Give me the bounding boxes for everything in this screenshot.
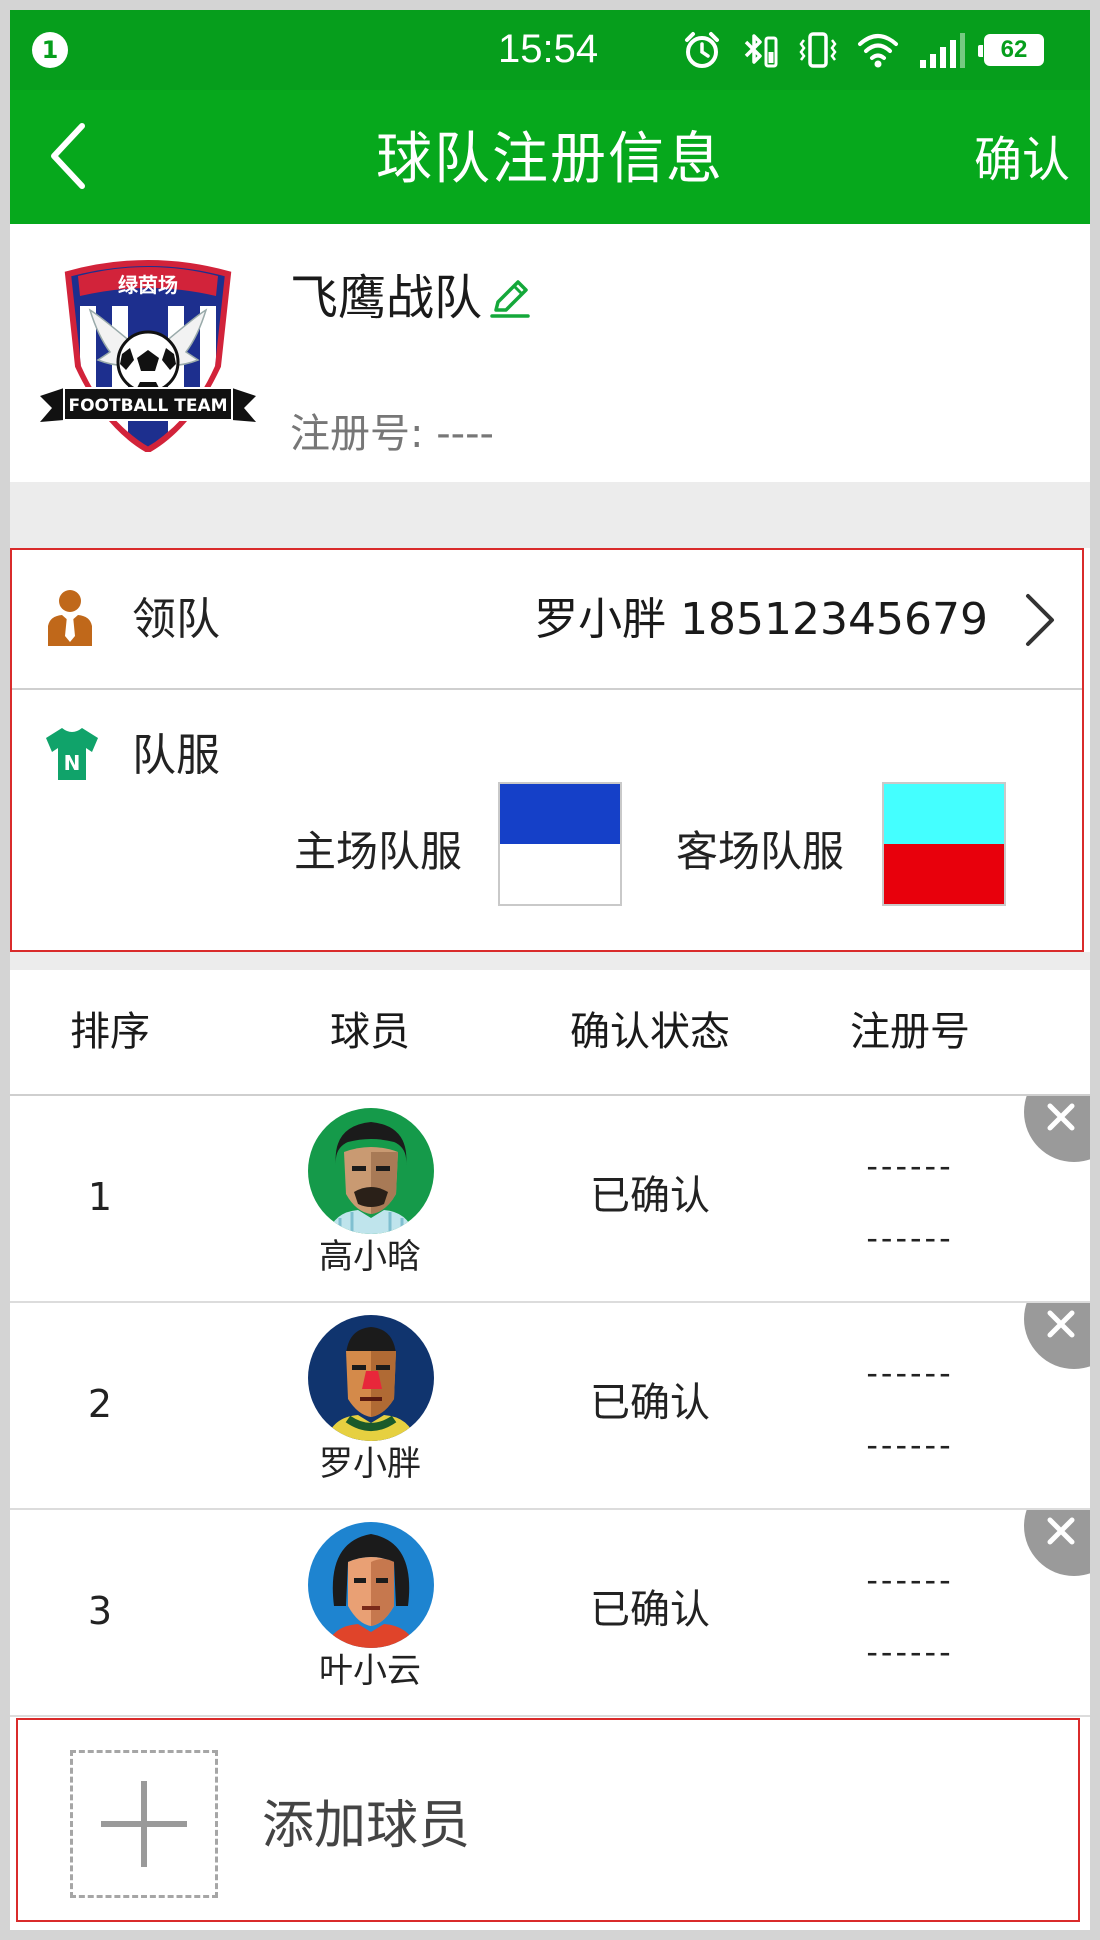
leader-uniform-panel: 领队 罗小胖 18512345679 N 队服 主场队服 客场队服 bbox=[10, 548, 1084, 952]
pencil-edit-icon[interactable] bbox=[488, 276, 532, 320]
player-name: 叶小云 bbox=[319, 1651, 421, 1691]
logo-ribbon-text: FOOTBALL TEAM bbox=[68, 396, 227, 416]
svg-text:N: N bbox=[64, 751, 81, 775]
row-reg-number: ------ ------ bbox=[830, 1146, 990, 1290]
table-row[interactable]: 1 高小晗 已确认 ------ ------ bbox=[10, 1096, 1090, 1303]
column-header-status: 确认状态 bbox=[570, 1009, 730, 1055]
notification-badge: 1 bbox=[32, 32, 68, 68]
vibrate-icon bbox=[799, 32, 837, 68]
app-screen: 1 15:54 62 球队注册信息 确认 绿茵场 FOOTBALL TEAM 飞… bbox=[10, 10, 1090, 1930]
close-icon bbox=[1047, 1517, 1075, 1545]
away-uniform-top-color bbox=[884, 784, 1004, 844]
column-header-player: 球员 bbox=[330, 1009, 410, 1055]
roster-table-header: 排序 球员 确认状态 注册号 bbox=[10, 970, 1090, 1096]
team-registration: 注册号: ---- bbox=[290, 410, 494, 458]
team-reg-label: 注册号: bbox=[290, 411, 424, 457]
home-uniform-label: 主场队服 bbox=[294, 827, 463, 876]
add-player-button[interactable]: 添加球员 bbox=[16, 1718, 1080, 1922]
away-uniform-label: 客场队服 bbox=[676, 827, 845, 876]
leader-person-icon bbox=[48, 590, 92, 646]
table-row[interactable]: 2 罗小胖 已确认 ------ ------ bbox=[10, 1303, 1090, 1510]
row-reg-line: ------ bbox=[866, 1561, 954, 1599]
away-uniform-swatch[interactable] bbox=[882, 782, 1006, 906]
row-confirm-status: 已确认 bbox=[590, 1587, 710, 1633]
signal-icon bbox=[920, 33, 965, 68]
team-logo[interactable]: 绿茵场 FOOTBALL TEAM bbox=[40, 256, 256, 452]
row-rank: 1 bbox=[87, 1175, 113, 1219]
delete-player-button[interactable] bbox=[1024, 1096, 1090, 1162]
status-bar: 1 15:54 62 bbox=[10, 10, 1090, 90]
page-title: 球队注册信息 bbox=[376, 127, 724, 192]
logo-banner-text: 绿茵场 bbox=[118, 273, 178, 297]
bluetooth-icon bbox=[744, 34, 778, 68]
column-header-reg-number: 注册号 bbox=[850, 1009, 970, 1055]
row-reg-line: ------ bbox=[866, 1354, 954, 1392]
chevron-right-icon bbox=[1026, 594, 1054, 646]
nav-bar: 球队注册信息 确认 bbox=[10, 90, 1090, 224]
add-player-label: 添加球员 bbox=[262, 1796, 471, 1856]
row-reg-number: ------ ------ bbox=[830, 1560, 990, 1704]
row-reg-number: ------ ------ bbox=[830, 1353, 990, 1497]
section-divider bbox=[10, 952, 1090, 970]
player-name: 罗小胖 bbox=[319, 1444, 421, 1484]
row-confirm-status: 已确认 bbox=[590, 1380, 710, 1426]
column-header-rank: 排序 bbox=[70, 1009, 150, 1055]
team-name-row: 飞鹰战队 bbox=[290, 270, 532, 326]
away-uniform-bottom-color bbox=[884, 844, 1004, 904]
delete-player-button[interactable] bbox=[1024, 1303, 1090, 1369]
leader-value: 罗小胖 18512345679 bbox=[534, 594, 988, 645]
status-icons: 62 bbox=[682, 28, 1044, 72]
section-divider bbox=[10, 482, 1090, 548]
row-reg-line: ------ bbox=[866, 1633, 954, 1671]
player-avatar[interactable] bbox=[308, 1108, 434, 1234]
team-name: 飞鹰战队 bbox=[290, 270, 483, 326]
player-avatar[interactable] bbox=[308, 1315, 434, 1441]
leader-label: 领队 bbox=[132, 594, 220, 645]
row-reg-line: ------ bbox=[866, 1147, 954, 1185]
plus-icon bbox=[101, 1781, 187, 1867]
wifi-icon bbox=[858, 34, 898, 68]
home-uniform-top-color bbox=[500, 784, 620, 844]
player-name: 高小晗 bbox=[319, 1237, 421, 1277]
team-reg-value: ---- bbox=[436, 411, 494, 457]
row-rank: 3 bbox=[87, 1589, 113, 1633]
close-icon bbox=[1047, 1103, 1075, 1131]
home-uniform-bottom-color bbox=[500, 844, 620, 904]
home-uniform-swatch[interactable] bbox=[498, 782, 622, 906]
battery-icon: 62 bbox=[978, 34, 1044, 66]
row-confirm-status: 已确认 bbox=[590, 1173, 710, 1219]
status-time: 15:54 bbox=[498, 27, 599, 71]
row-reg-line: ------ bbox=[866, 1426, 954, 1464]
uniform-label: 队服 bbox=[132, 730, 220, 781]
row-reg-line: ------ bbox=[866, 1219, 954, 1257]
player-avatar[interactable] bbox=[308, 1522, 434, 1648]
table-row[interactable]: 3 叶小云 已确认 ------ ------ bbox=[10, 1510, 1090, 1717]
close-icon bbox=[1047, 1310, 1075, 1338]
jersey-icon: N bbox=[46, 728, 98, 780]
alarm-icon bbox=[685, 32, 719, 68]
team-header: 绿茵场 FOOTBALL TEAM 飞鹰战队 注册号: ---- bbox=[10, 224, 1090, 482]
row-rank: 2 bbox=[87, 1382, 113, 1426]
add-player-box bbox=[70, 1750, 218, 1898]
delete-player-button[interactable] bbox=[1024, 1510, 1090, 1576]
confirm-button[interactable]: 确认 bbox=[974, 132, 1070, 188]
leader-row[interactable]: 领队 罗小胖 18512345679 bbox=[12, 550, 1082, 690]
